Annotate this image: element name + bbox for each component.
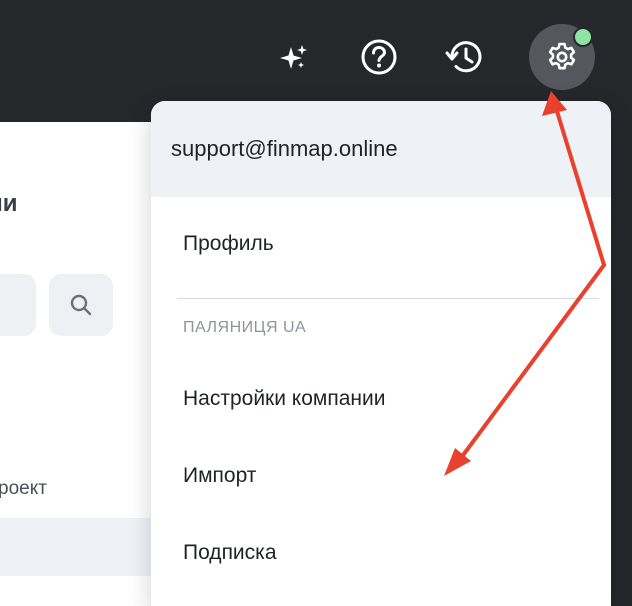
menu-item-company-settings[interactable]: Настройки компании (183, 387, 385, 411)
menu-item-profile[interactable]: Профиль (183, 232, 274, 256)
ai-assistant-button[interactable] (272, 36, 316, 80)
background-panel: ии роект (0, 122, 160, 606)
settings-dropdown-menu: support@finmap.online Профиль ПАЛЯНИЦЯ U… (151, 101, 611, 606)
search-button[interactable] (49, 274, 113, 336)
menu-divider (177, 298, 599, 299)
search-icon (70, 294, 92, 316)
gear-icon (548, 42, 576, 70)
help-icon (361, 39, 397, 75)
notification-dot (573, 27, 593, 47)
account-email: support@finmap.online (171, 136, 398, 161)
search-input[interactable] (0, 274, 36, 336)
help-button[interactable] (356, 34, 402, 80)
project-label: роект (0, 478, 47, 499)
sparkle-icon (280, 45, 307, 69)
menu-item-subscription[interactable]: Подписка (183, 541, 277, 565)
company-section-label: ПАЛЯНИЦЯ UA (183, 319, 307, 336)
list-item[interactable] (0, 518, 160, 576)
history-icon (445, 41, 482, 73)
history-button[interactable] (440, 34, 488, 80)
panel-heading: ии (0, 190, 18, 217)
account-header: support@finmap.online (151, 101, 611, 197)
menu-item-import[interactable]: Импорт (183, 464, 256, 488)
